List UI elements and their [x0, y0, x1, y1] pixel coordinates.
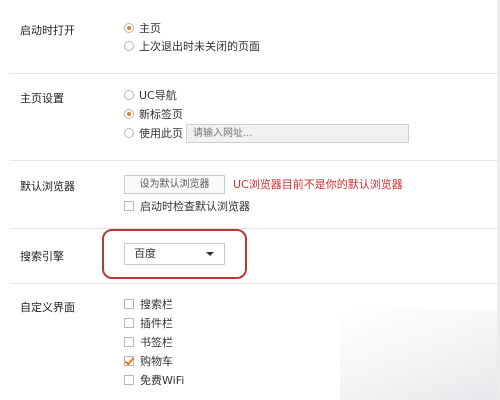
custom-ui-plugin-bar[interactable]: 插件栏	[124, 315, 173, 331]
checkbox-icon[interactable]	[124, 375, 134, 385]
checkbox-icon[interactable]	[124, 356, 134, 366]
check-default-on-startup[interactable]: 启动时检查默认浏览器	[124, 198, 250, 214]
radio-icon[interactable]	[124, 109, 134, 119]
option-label: 免费WiFi	[140, 374, 185, 387]
background-decoration	[340, 310, 500, 400]
radio-icon[interactable]	[124, 41, 134, 51]
option-label: 搜索栏	[140, 298, 173, 311]
startup-option-last-session[interactable]: 上次退出时未关闭的页面	[124, 38, 260, 54]
custom-ui-free-wifi[interactable]: 免费WiFi	[124, 372, 184, 388]
radio-icon[interactable]	[124, 23, 134, 33]
checkbox-icon[interactable]	[124, 337, 134, 347]
homepage-option-uc-nav[interactable]: UC导航	[124, 87, 177, 103]
homepage-url-input[interactable]	[186, 124, 409, 143]
custom-ui-bookmark-bar[interactable]: 书签栏	[124, 334, 173, 350]
option-label: 主页	[139, 22, 161, 35]
option-label: 启动时检查默认浏览器	[140, 200, 250, 213]
startup-label: 启动时打开	[20, 24, 75, 37]
search-engine-select[interactable]: 百度	[124, 243, 225, 265]
divider	[10, 160, 500, 161]
custom-ui-shopping-cart[interactable]: 购物车	[124, 353, 173, 369]
default-browser-label: 默认浏览器	[20, 180, 75, 193]
custom-ui-search-bar[interactable]: 搜索栏	[124, 296, 173, 312]
set-default-browser-button[interactable]: 设为默认浏览器	[124, 175, 225, 194]
homepage-option-new-tab[interactable]: 新标签页	[124, 106, 183, 122]
option-label: 新标签页	[139, 108, 183, 121]
divider	[10, 283, 500, 284]
homepage-option-use-page[interactable]: 使用此页	[124, 125, 183, 141]
startup-option-homepage[interactable]: 主页	[124, 20, 161, 36]
custom-ui-label: 自定义界面	[20, 301, 75, 314]
radio-icon[interactable]	[124, 90, 134, 100]
option-label: UC导航	[139, 89, 177, 102]
checkbox-icon[interactable]	[124, 201, 134, 211]
option-label: 插件栏	[140, 317, 173, 330]
divider	[10, 73, 500, 74]
search-engine-label: 搜索引擎	[20, 250, 64, 263]
checkbox-icon[interactable]	[124, 318, 134, 328]
option-label: 使用此页	[139, 127, 183, 140]
selected-engine: 百度	[134, 247, 156, 260]
checkbox-icon[interactable]	[124, 299, 134, 309]
default-browser-warning: UC浏览器目前不是你的默认浏览器	[233, 178, 403, 191]
option-label: 购物车	[140, 355, 173, 368]
caret-down-icon	[206, 252, 214, 256]
divider	[10, 228, 500, 229]
homepage-label: 主页设置	[20, 92, 64, 105]
option-label: 书签栏	[140, 336, 173, 349]
radio-icon[interactable]	[124, 128, 134, 138]
option-label: 上次退出时未关闭的页面	[139, 40, 260, 53]
